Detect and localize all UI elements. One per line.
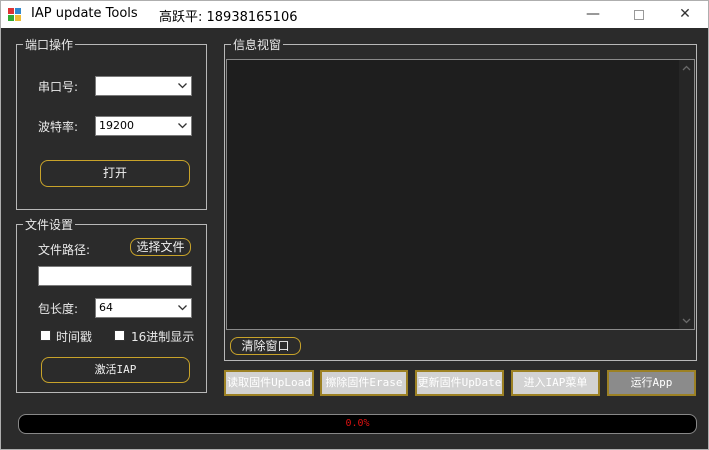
chevron-down-icon (174, 299, 191, 317)
enter-iap-menu-button[interactable]: 进入IAP菜单 (511, 370, 600, 396)
update-firmware-button[interactable]: 更新固件UpDate (415, 370, 504, 396)
chevron-down-icon (174, 117, 191, 135)
timestamp-label: 时间戳 (56, 330, 93, 344)
hex-display-checkbox[interactable] (114, 330, 125, 341)
minimize-button[interactable]: — (570, 1, 616, 29)
maximize-button[interactable] (616, 1, 662, 29)
log-output[interactable] (226, 59, 695, 330)
file-path-input[interactable] (38, 266, 192, 286)
packet-length-label: 包长度: (38, 302, 79, 316)
progress-text: 0.0% (345, 418, 370, 429)
close-button[interactable]: ✕ (662, 1, 708, 29)
baud-select[interactable]: 19200 (95, 116, 192, 136)
run-app-button[interactable]: 运行App (607, 370, 696, 396)
client-area: 端口操作 串口号: 波特率: 19200 打开 文件设置 文件路径: 选择文件 … (0, 28, 709, 450)
timestamp-checkbox[interactable] (40, 330, 51, 341)
progress-bar: 0.0% (18, 414, 697, 434)
app-icon (8, 8, 22, 22)
log-scrollbar[interactable] (679, 60, 694, 329)
port-label: 串口号: (38, 80, 79, 94)
activate-iap-button[interactable]: 激活IAP (41, 357, 190, 383)
close-icon: ✕ (679, 6, 691, 22)
select-file-button[interactable]: 选择文件 (130, 238, 191, 256)
open-port-button[interactable]: 打开 (40, 160, 190, 187)
port-group-legend: 端口操作 (23, 36, 76, 53)
packet-length-value: 64 (99, 301, 113, 314)
packet-length-select[interactable]: 64 (95, 298, 192, 318)
info-group-legend: 信息视窗 (231, 36, 284, 53)
chevron-down-icon (174, 77, 191, 95)
author-info: 高跃平: 18938165106 (159, 10, 298, 25)
port-select[interactable] (95, 76, 192, 96)
file-group-legend: 文件设置 (23, 216, 76, 233)
baud-select-value: 19200 (99, 119, 134, 132)
scroll-up-icon (682, 65, 691, 71)
window-title: IAP update Tools (31, 6, 138, 21)
erase-firmware-button[interactable]: 擦除固件Erase (320, 370, 408, 396)
clear-window-button[interactable]: 清除窗口 (230, 337, 301, 355)
baud-label: 波特率: (38, 120, 79, 134)
hex-display-label: 16进制显示 (131, 330, 195, 344)
title-bar: IAP update Tools 高跃平: 18938165106 — ✕ (0, 0, 709, 28)
upload-firmware-button[interactable]: 读取固件UpLoad (224, 370, 314, 396)
file-path-label: 文件路径: (38, 243, 91, 257)
minimize-icon: — (586, 6, 600, 22)
maximize-icon (634, 10, 644, 20)
scroll-down-icon (682, 318, 691, 324)
